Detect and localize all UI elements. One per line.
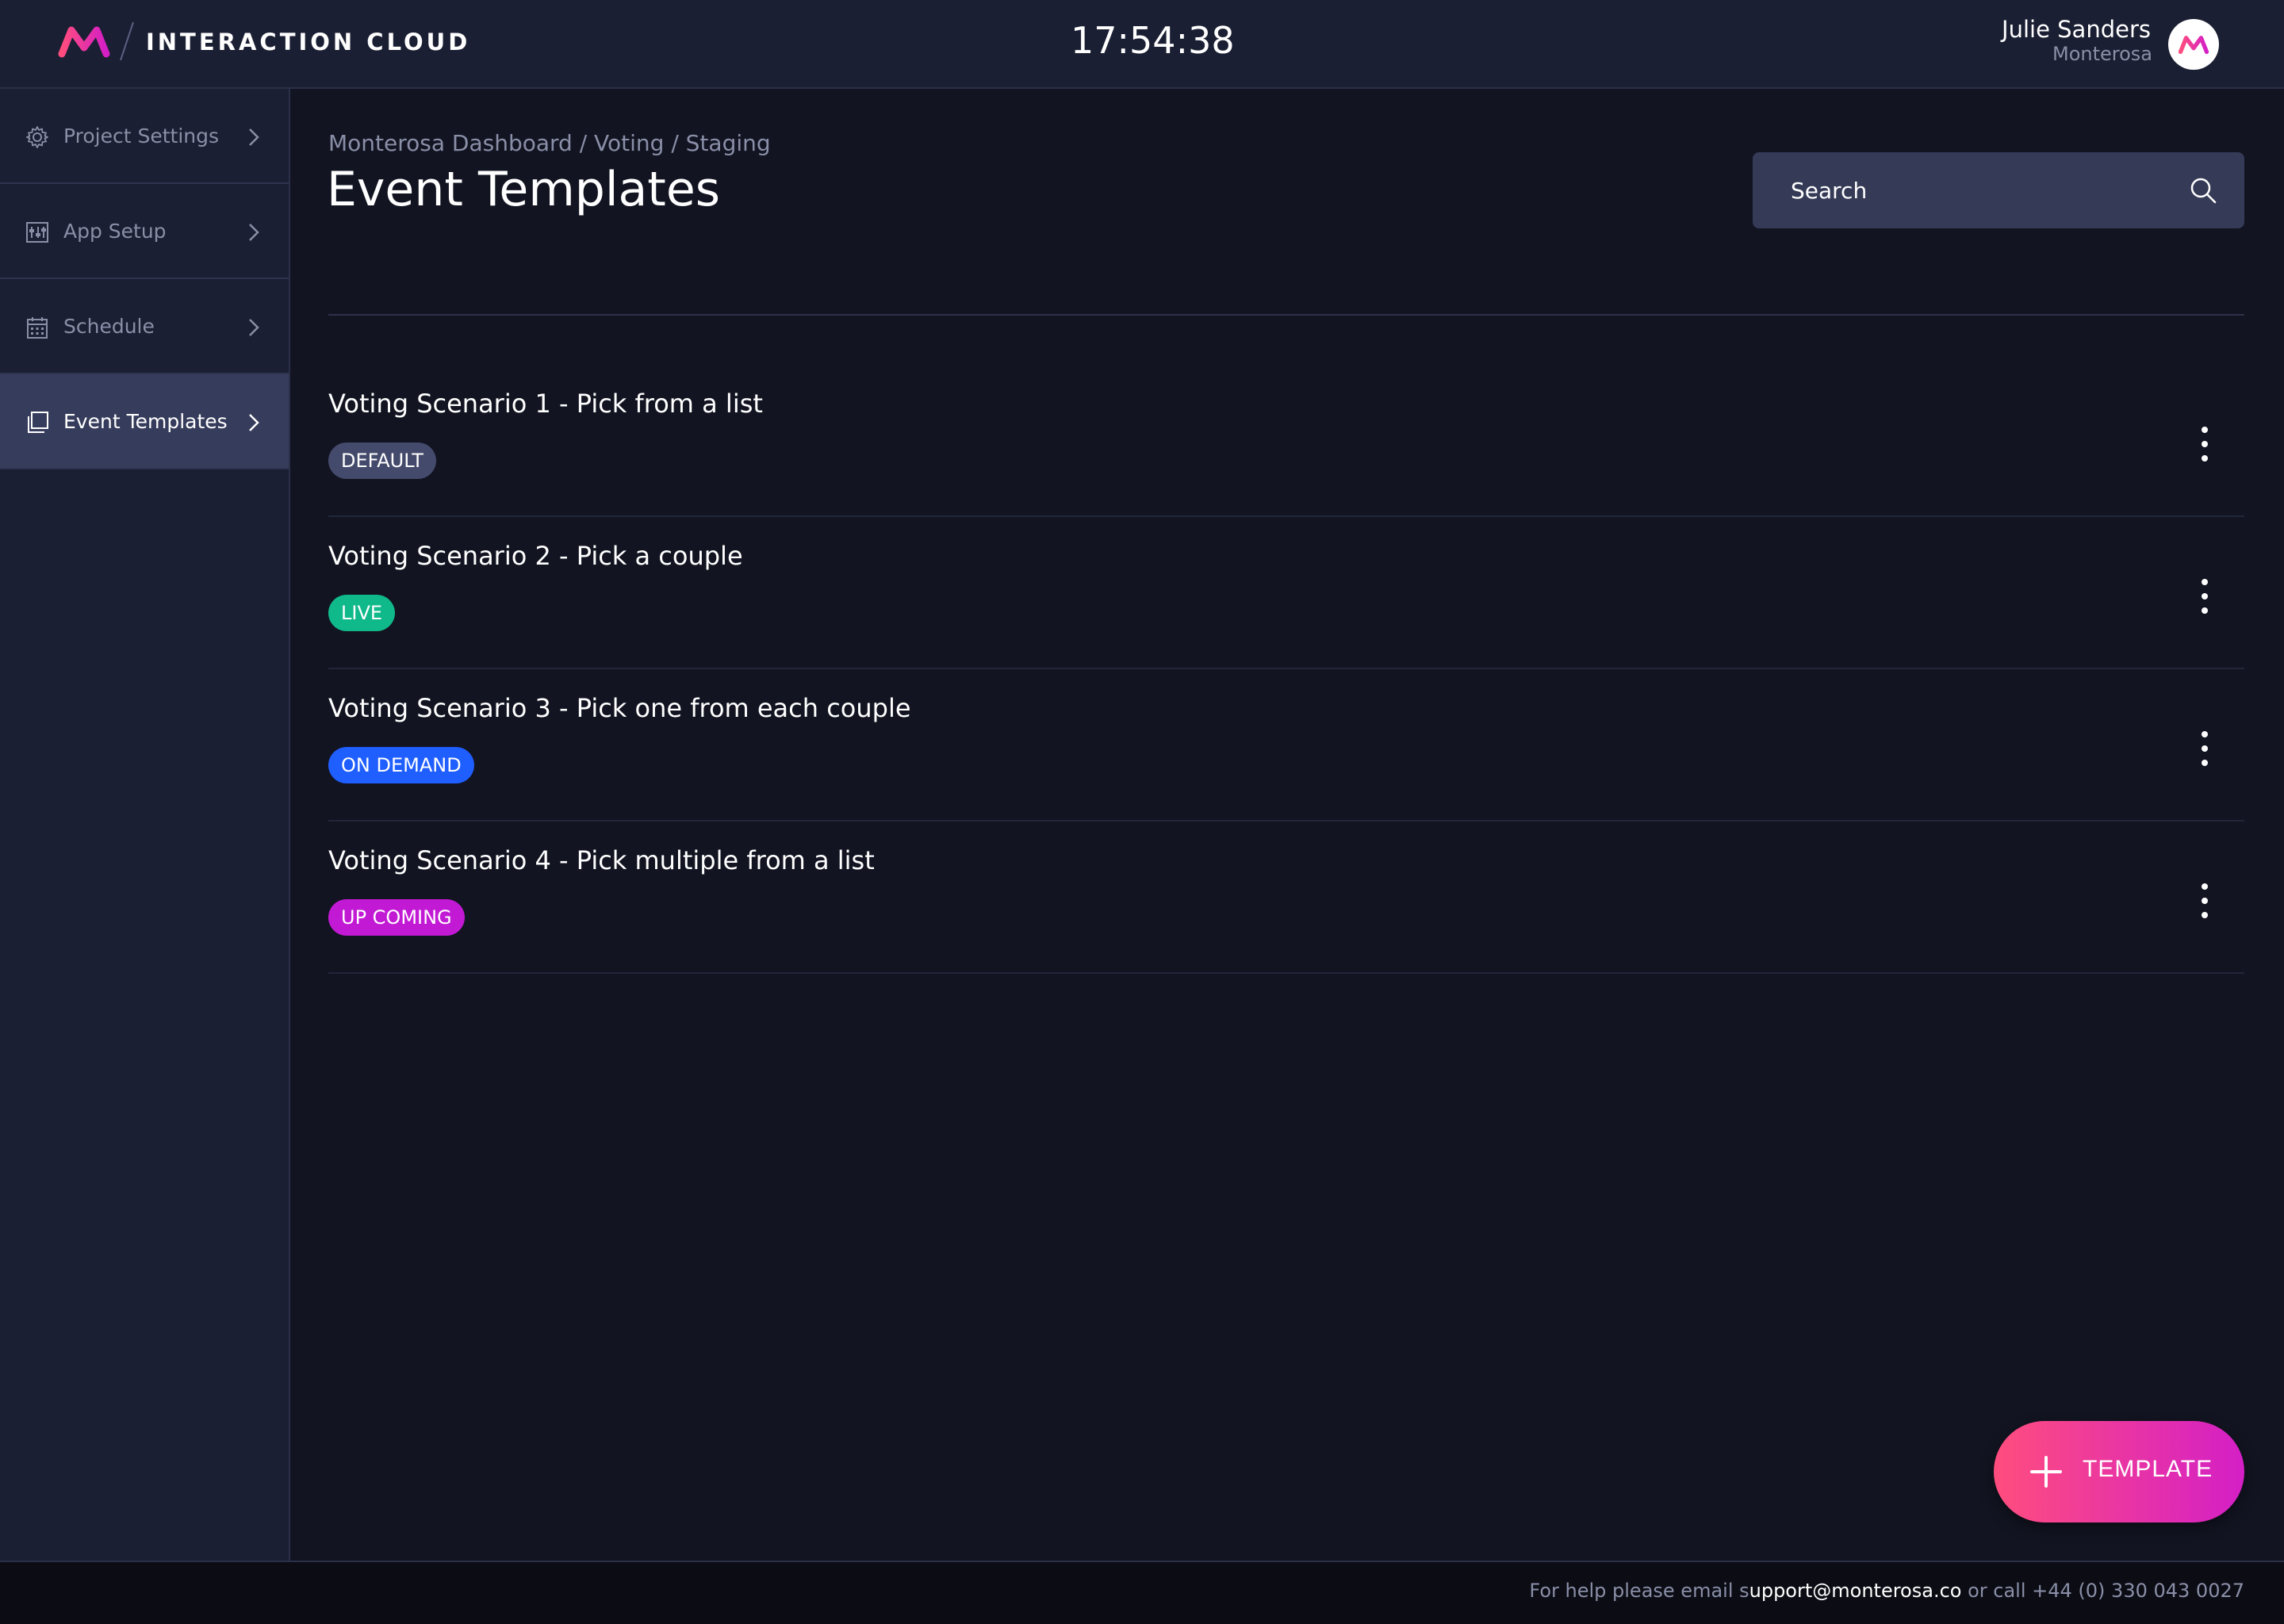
- avatar[interactable]: [2168, 19, 2219, 70]
- calendar-icon: [27, 317, 48, 339]
- sidebar-item-label: App Setup: [63, 219, 167, 243]
- top-bar: INTERACTION CLOUD 17:54:38 Julie Sanders…: [0, 0, 2284, 89]
- template-title[interactable]: Voting Scenario 4 - Pick multiple from a…: [328, 845, 875, 875]
- app-setup-icon: [26, 222, 48, 243]
- more-options-icon[interactable]: [2198, 577, 2211, 615]
- template-row[interactable]: Voting Scenario 3 - Pick one from each c…: [328, 669, 2244, 822]
- more-options-icon[interactable]: [2198, 730, 2211, 768]
- user-name[interactable]: Julie Sanders: [2002, 16, 2151, 43]
- breadcrumb[interactable]: Monterosa Dashboard / Voting / Staging: [328, 130, 771, 156]
- template-title[interactable]: Voting Scenario 2 - Pick a couple: [328, 541, 743, 571]
- chevron-right-icon: [249, 319, 259, 336]
- more-options-icon[interactable]: [2198, 425, 2211, 463]
- chevron-right-icon: [249, 224, 259, 241]
- sidebar-item-project-settings[interactable]: Project Settings: [0, 89, 289, 184]
- sidebar-item-app-setup[interactable]: App Setup: [0, 184, 289, 279]
- gear-icon: [26, 126, 48, 148]
- sidebar-item-label: Schedule: [63, 314, 155, 338]
- search-box[interactable]: [1753, 152, 2244, 228]
- support-email-link[interactable]: upport@monterosa.co: [1749, 1580, 1962, 1602]
- monterosa-m-icon[interactable]: [57, 24, 111, 59]
- sidebar-item-label: Event Templates: [63, 409, 228, 433]
- help-suffix: or call +44 (0) 330 043 0027: [1961, 1580, 2244, 1602]
- header-divider: [328, 314, 2244, 316]
- search-input[interactable]: [1753, 152, 2181, 228]
- template-list: Voting Scenario 1 - Pick from a list DEF…: [328, 365, 2244, 974]
- sidebar-item-event-templates[interactable]: Event Templates: [0, 374, 289, 469]
- help-text: For help please email support@monterosa.…: [1529, 1580, 2244, 1602]
- add-template-label: TEMPLATE: [2083, 1456, 2213, 1482]
- app-name: INTERACTION CLOUD: [146, 29, 471, 56]
- template-title[interactable]: Voting Scenario 1 - Pick from a list: [328, 389, 763, 419]
- sidebar-item-label: Project Settings: [63, 124, 220, 147]
- status-badge: UP COMING: [328, 899, 465, 936]
- template-row[interactable]: Voting Scenario 4 - Pick multiple from a…: [328, 822, 2244, 974]
- templates-icon: [28, 412, 48, 433]
- plus-icon: [2030, 1456, 2062, 1488]
- chevron-right-icon: [249, 128, 259, 146]
- template-row[interactable]: Voting Scenario 2 - Pick a couple LIVE: [328, 517, 2244, 669]
- add-template-button[interactable]: TEMPLATE: [1994, 1421, 2244, 1522]
- more-options-icon[interactable]: [2198, 882, 2211, 920]
- status-badge: DEFAULT: [328, 442, 436, 479]
- clock: 17:54:38: [1071, 19, 1235, 62]
- footer: For help please email support@monterosa.…: [0, 1561, 2284, 1624]
- template-title[interactable]: Voting Scenario 3 - Pick one from each c…: [328, 693, 911, 723]
- divider-slash-icon: [120, 21, 134, 61]
- sidebar: Project Settings App Setup Schedule Even…: [0, 89, 290, 1561]
- status-badge: ON DEMAND: [328, 747, 474, 783]
- chevron-right-icon: [249, 414, 259, 431]
- page-title: Event Templates: [327, 162, 720, 217]
- user-org: Monterosa: [2052, 43, 2152, 65]
- sidebar-item-schedule[interactable]: Schedule: [0, 279, 289, 374]
- status-badge: LIVE: [328, 595, 396, 631]
- avatar-logo-icon: [2178, 36, 2209, 55]
- search-icon[interactable]: [2189, 176, 2217, 205]
- template-row[interactable]: Voting Scenario 1 - Pick from a list DEF…: [328, 365, 2244, 517]
- help-prefix: For help please email s: [1529, 1580, 1749, 1602]
